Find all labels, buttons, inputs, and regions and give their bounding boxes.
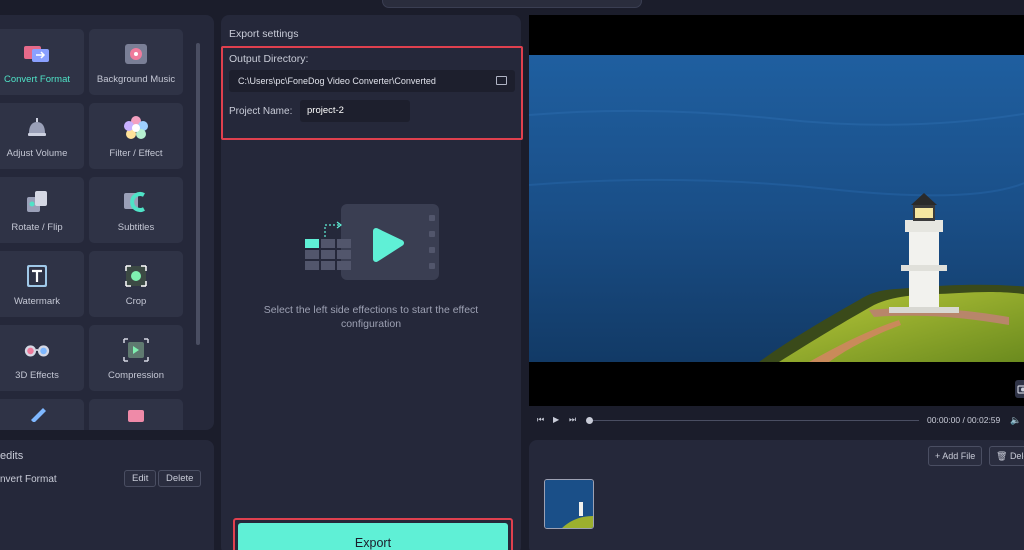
playback-time: 00:00:00 / 00:02:59 xyxy=(927,415,1001,425)
tool-label: Subtitles xyxy=(117,221,155,233)
tool-rotate-flip[interactable]: Rotate / Flip xyxy=(0,177,84,243)
volume-icon[interactable]: 🔈 xyxy=(1010,415,1021,426)
tool-label: 3D Effects xyxy=(15,369,59,381)
tool-label: Rotate / Flip xyxy=(11,221,63,233)
tool-label: Compression xyxy=(108,369,164,381)
tool-more-1[interactable] xyxy=(0,399,84,430)
delete-file-button[interactable]: 🗑 Delet xyxy=(989,446,1024,466)
tool-3d-effects[interactable]: 3D Effects xyxy=(0,325,84,391)
edit-item-name: nvert Format xyxy=(0,474,57,485)
tool-background-music[interactable]: Background Music xyxy=(89,29,183,95)
delete-edit-button[interactable]: Delete xyxy=(158,470,202,487)
3d-effects-icon xyxy=(23,336,51,364)
edit-button[interactable]: Edit xyxy=(124,470,157,487)
top-tab-bar[interactable] xyxy=(382,0,642,8)
highlight-box-export: Export xyxy=(233,518,513,550)
tool-convert-format[interactable]: Convert Format xyxy=(0,29,84,95)
lighthouse-video-frame xyxy=(529,55,1024,362)
files-panel: + Add File 🗑 Delet xyxy=(529,440,1024,550)
output-directory-label: Output Directory: xyxy=(229,53,309,65)
export-button[interactable]: Export xyxy=(238,523,508,550)
rotate-flip-icon xyxy=(23,188,51,216)
effect-hint-text: Select the left side effections to start… xyxy=(263,304,479,330)
seek-handle[interactable] xyxy=(586,417,593,424)
project-name-label: Project Name: xyxy=(229,106,293,117)
tool-label: Background Music xyxy=(96,73,176,85)
output-directory-value: C:\Users\pc\FoneDog Video Converter\Conv… xyxy=(238,76,436,86)
compression-icon xyxy=(122,336,150,364)
tool-label: Crop xyxy=(125,295,147,307)
tool-label: Adjust Volume xyxy=(6,147,68,159)
background-music-icon xyxy=(122,40,150,68)
playback-controls: ⏮ ▶ ⏭ 00:00:00 / 00:02:59 🔈 xyxy=(529,406,1024,434)
snapshot-button[interactable] xyxy=(1015,380,1024,398)
adjust-volume-icon xyxy=(23,114,51,142)
crop-icon xyxy=(122,262,150,290)
trash-icon: 🗑 xyxy=(996,451,1010,461)
file-thumbnail[interactable] xyxy=(544,479,594,529)
folder-pink-icon xyxy=(122,400,150,428)
tool-label: Convert Format xyxy=(4,73,70,85)
tool-label: Filter / Effect xyxy=(109,147,163,159)
tool-panel: Convert Format Background Music Adjust V… xyxy=(0,15,214,430)
edits-title: edits xyxy=(0,450,24,462)
convert-format-icon xyxy=(23,40,51,68)
tool-subtitles[interactable]: Subtitles xyxy=(89,177,183,243)
export-settings-title: Export settings xyxy=(229,28,299,40)
tool-more-2[interactable] xyxy=(89,399,183,430)
tool-adjust-volume[interactable]: Adjust Volume xyxy=(0,103,84,169)
tool-crop[interactable]: Crop xyxy=(89,251,183,317)
project-name-input[interactable]: project-2 xyxy=(300,100,410,122)
export-settings-panel: Export settings Output Directory: C:\Use… xyxy=(221,15,523,550)
tool-watermark[interactable]: Watermark xyxy=(0,251,84,317)
subtitles-icon xyxy=(122,188,150,216)
skip-back-icon[interactable]: ⏮ xyxy=(537,415,544,425)
effect-placeholder-icon xyxy=(305,204,439,280)
skip-forward-icon[interactable]: ⏭ xyxy=(569,415,576,425)
tool-panel-scrollbar[interactable] xyxy=(196,43,200,345)
output-directory-field[interactable]: C:\Users\pc\FoneDog Video Converter\Conv… xyxy=(229,70,515,92)
add-file-button[interactable]: + Add File xyxy=(928,446,983,466)
tool-label: Watermark xyxy=(13,295,61,307)
folder-icon[interactable] xyxy=(496,76,507,85)
seek-bar[interactable] xyxy=(589,420,919,421)
thumbnail-image xyxy=(545,480,593,528)
play-icon[interactable]: ▶ xyxy=(553,415,559,424)
edits-panel: edits nvert Format Edit Delete xyxy=(0,440,214,550)
camera-icon xyxy=(1017,385,1024,394)
filter-effect-icon xyxy=(122,114,150,142)
tool-filter-effect[interactable]: Filter / Effect xyxy=(89,103,183,169)
pen-icon xyxy=(23,400,51,428)
video-preview[interactable] xyxy=(529,15,1024,406)
watermark-icon xyxy=(23,262,51,290)
tool-compression[interactable]: Compression xyxy=(89,325,183,391)
